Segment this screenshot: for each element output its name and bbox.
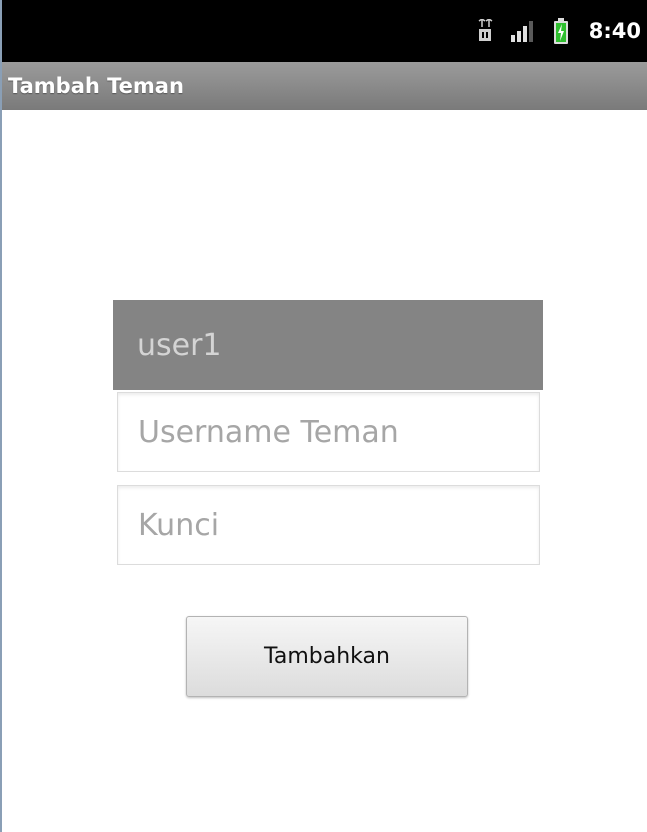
usb-debug-icon: [477, 19, 493, 43]
status-icons: 8:40: [477, 0, 641, 62]
title-bar: Tambah Teman: [2, 62, 647, 110]
current-user-field: user1: [113, 300, 543, 390]
add-friend-button[interactable]: Tambahkan: [186, 616, 468, 697]
status-clock: 8:40: [588, 19, 641, 43]
key-input[interactable]: Kunci: [117, 485, 540, 565]
battery-charging-icon: [553, 18, 569, 44]
phone-screen: 8:40 Tambah Teman user1 Username Teman K…: [0, 0, 647, 832]
app-title: Tambah Teman: [8, 74, 184, 98]
friend-username-input[interactable]: Username Teman: [117, 392, 540, 472]
signal-icon: [510, 20, 535, 42]
status-bar: 8:40: [2, 0, 647, 62]
